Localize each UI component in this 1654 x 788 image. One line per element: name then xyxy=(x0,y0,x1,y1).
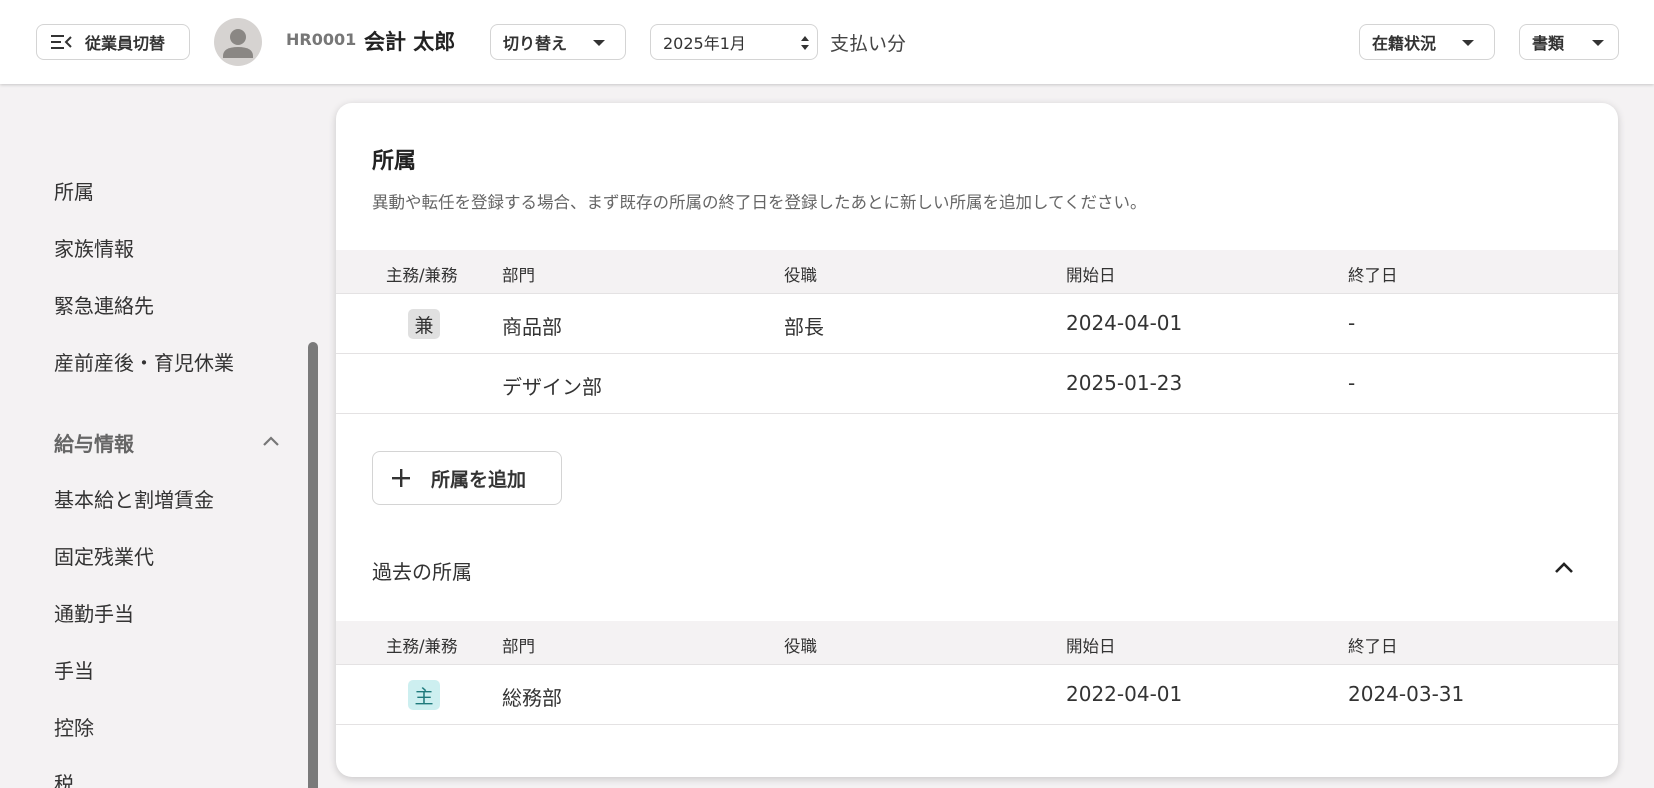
payment-label: 支払い分 xyxy=(830,33,907,55)
select-arrows-icon xyxy=(801,36,809,50)
column-header-type: 主務/兼務 xyxy=(386,266,458,285)
sidebar-item-family[interactable]: 家族情報 xyxy=(54,233,134,262)
add-affiliation-button[interactable]: 所属を追加 xyxy=(372,451,562,505)
page-title: 所属 xyxy=(372,149,417,174)
cell-position: 部長 xyxy=(784,315,824,339)
menu-collapse-icon xyxy=(51,35,72,49)
column-header-end-date: 終了日 xyxy=(1348,266,1398,285)
top-header: 従業員切替 HR0001 会計 太郎 切り替え 2025年1月 支払い分 在籍状… xyxy=(0,0,1654,84)
documents-button[interactable]: 書類 xyxy=(1519,24,1619,60)
cell-start-date: 2022-04-01 xyxy=(1066,682,1183,706)
scrollbar-thumb[interactable] xyxy=(308,342,318,788)
column-header-position: 役職 xyxy=(784,266,817,285)
caret-down-icon xyxy=(1462,40,1474,46)
sidebar-item-deduction[interactable]: 控除 xyxy=(54,712,94,741)
avatar xyxy=(214,18,262,66)
past-affiliation-toggle[interactable]: 過去の所属 xyxy=(336,538,1618,598)
table-row[interactable]: 兼 商品部 部長 2024-04-01 - xyxy=(336,294,1618,354)
column-header-department: 部門 xyxy=(502,637,535,656)
caret-down-icon xyxy=(593,40,605,46)
table-row[interactable]: 主 総務部 2022-04-01 2024-03-31 xyxy=(336,665,1618,725)
column-header-end-date: 終了日 xyxy=(1348,637,1398,656)
cell-department: 商品部 xyxy=(502,315,562,339)
concurrent-badge: 兼 xyxy=(408,309,440,339)
cell-department: デザイン部 xyxy=(502,375,602,399)
cell-department: 総務部 xyxy=(502,686,562,710)
cell-end-date: - xyxy=(1348,311,1356,335)
sidebar-section-salary[interactable]: 給与情報 xyxy=(54,428,134,457)
cell-end-date: - xyxy=(1348,371,1356,395)
sidebar-item-tax[interactable]: 税 xyxy=(54,768,74,788)
column-header-position: 役職 xyxy=(784,637,817,656)
cell-start-date: 2025-01-23 xyxy=(1066,371,1183,395)
primary-badge: 主 xyxy=(408,680,440,710)
sidebar: 所属 家族情報 緊急連絡先 産前産後・育児休業 給与情報 基本給と割増賃金 固定… xyxy=(0,84,320,788)
column-header-department: 部門 xyxy=(502,266,535,285)
sidebar-item-affiliation[interactable]: 所属 xyxy=(54,176,94,205)
column-header-start-date: 開始日 xyxy=(1066,266,1116,285)
switch-employee-label: 従業員切替 xyxy=(85,34,166,53)
sidebar-item-base-salary[interactable]: 基本給と割増賃金 xyxy=(54,484,214,513)
sidebar-item-allowance[interactable]: 手当 xyxy=(54,655,94,684)
employment-status-button[interactable]: 在籍状況 xyxy=(1359,24,1495,60)
employee-name: 会計 太郎 xyxy=(364,30,456,54)
table-row[interactable]: デザイン部 2025-01-23 - xyxy=(336,354,1618,414)
past-affiliation-title: 過去の所属 xyxy=(372,560,472,584)
switch-dropdown-label: 切り替え xyxy=(503,34,568,53)
cell-start-date: 2024-04-01 xyxy=(1066,311,1183,335)
chevron-up-icon[interactable] xyxy=(1554,562,1574,574)
sidebar-item-childcare-leave[interactable]: 産前産後・育児休業 xyxy=(54,347,234,376)
month-select[interactable]: 2025年1月 xyxy=(650,24,818,60)
employee-code: HR0001 xyxy=(286,30,357,49)
employment-status-label: 在籍状況 xyxy=(1372,34,1437,53)
sidebar-item-commute-allowance[interactable]: 通勤手当 xyxy=(54,598,134,627)
sidebar-item-fixed-overtime[interactable]: 固定残業代 xyxy=(54,541,154,570)
caret-down-icon xyxy=(1592,40,1604,46)
month-select-value: 2025年1月 xyxy=(663,34,746,53)
switch-dropdown-button[interactable]: 切り替え xyxy=(490,24,626,60)
chevron-up-icon[interactable] xyxy=(262,435,280,447)
affiliation-card: 所属 異動や転任を登録する場合、まず既存の所属の終了日を登録したあとに新しい所属… xyxy=(336,103,1618,777)
column-header-type: 主務/兼務 xyxy=(386,637,458,656)
sidebar-item-emergency-contact[interactable]: 緊急連絡先 xyxy=(54,290,154,319)
cell-end-date: 2024-03-31 xyxy=(1348,682,1465,706)
person-icon xyxy=(223,29,253,58)
add-affiliation-label: 所属を追加 xyxy=(431,468,527,491)
table-header: 主務/兼務 部門 役職 開始日 終了日 xyxy=(336,250,1618,294)
past-table-header: 主務/兼務 部門 役職 開始日 終了日 xyxy=(336,621,1618,665)
column-header-start-date: 開始日 xyxy=(1066,637,1116,656)
plus-icon xyxy=(392,469,410,487)
documents-label: 書類 xyxy=(1532,34,1565,53)
switch-employee-button[interactable]: 従業員切替 xyxy=(36,24,190,60)
page-description: 異動や転任を登録する場合、まず既存の所属の終了日を登録したあとに新しい所属を追加… xyxy=(372,193,1147,212)
